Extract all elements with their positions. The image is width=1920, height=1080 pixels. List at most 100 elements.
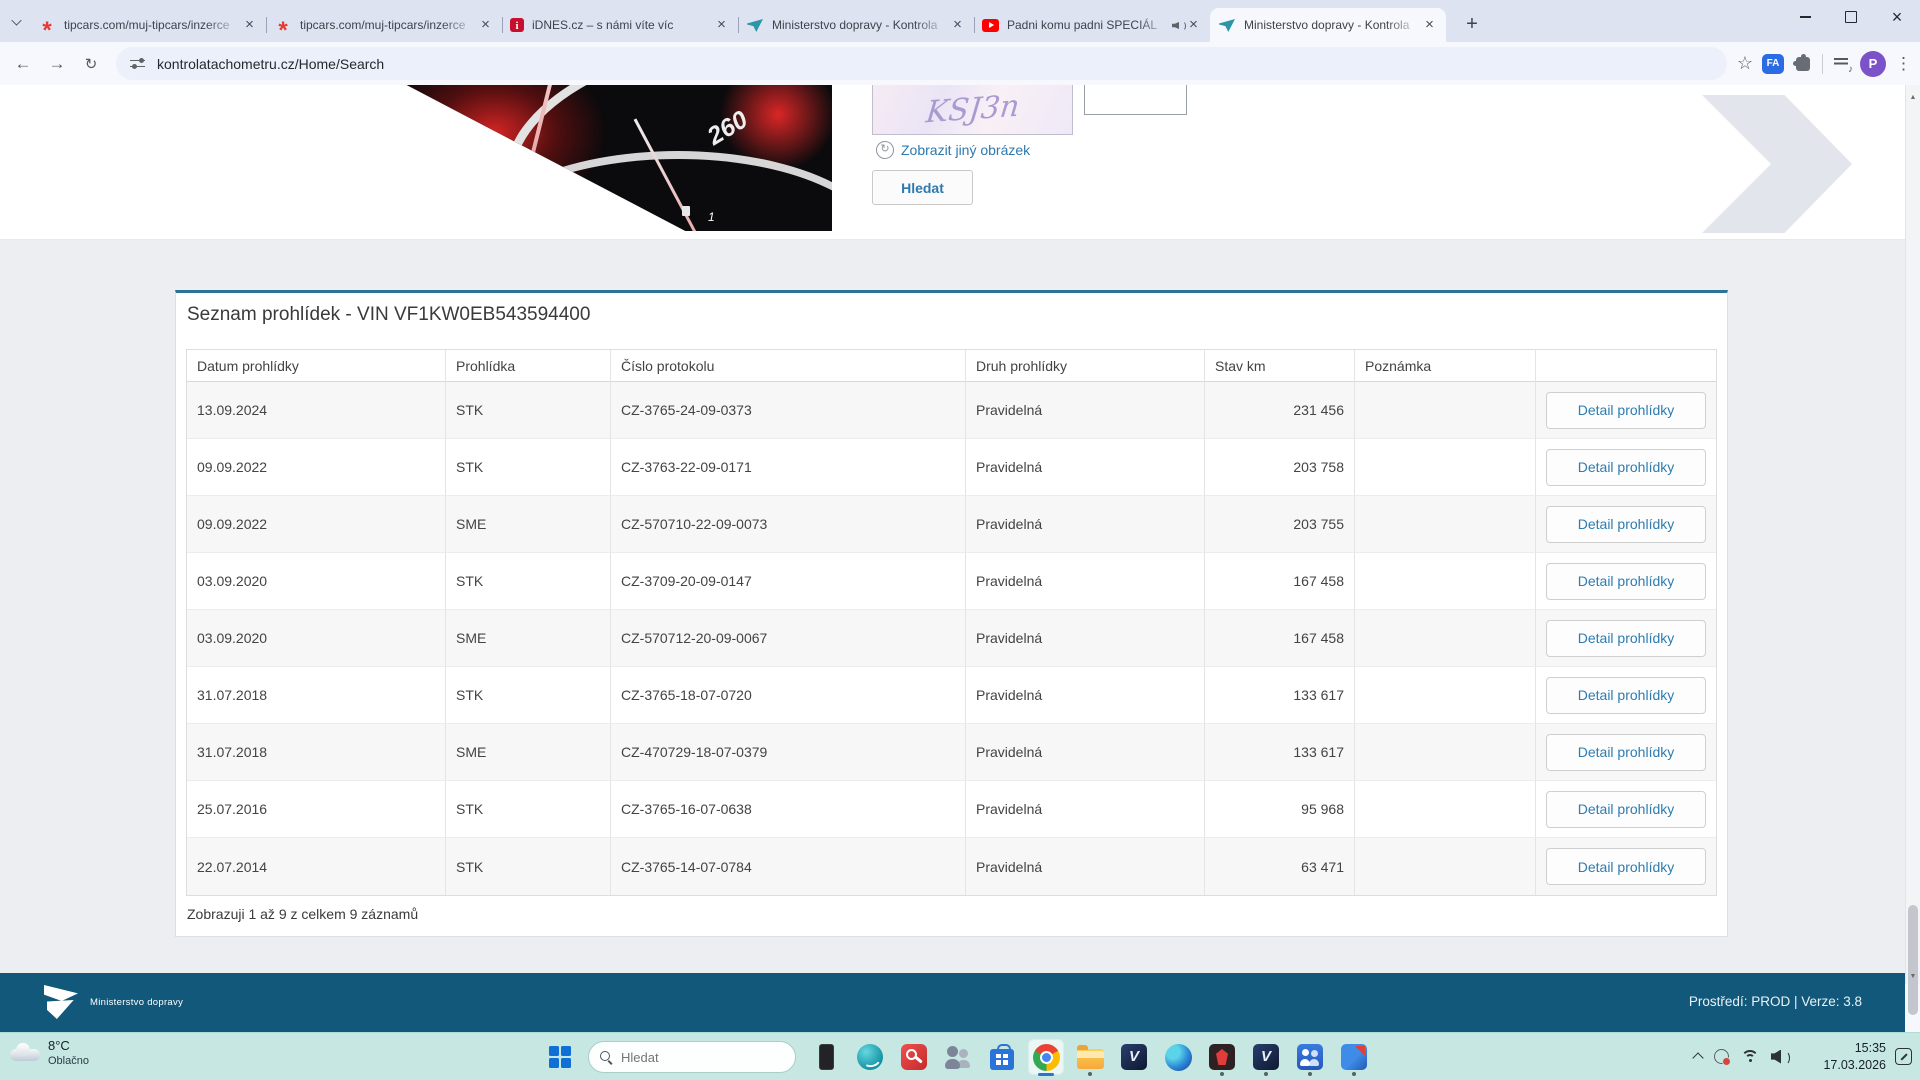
detail-button[interactable]: Detail prohlídky bbox=[1546, 562, 1706, 600]
window-controls bbox=[1782, 0, 1920, 36]
cell-action: Detail prohlídky bbox=[1536, 781, 1716, 838]
scroll-down-icon[interactable] bbox=[1906, 965, 1920, 983]
edge-icon[interactable] bbox=[1160, 1039, 1196, 1075]
maximize-button[interactable] bbox=[1828, 0, 1874, 34]
phone-link-icon[interactable] bbox=[808, 1039, 844, 1075]
weather-widget[interactable]: 8°C Oblačno bbox=[10, 1038, 89, 1068]
forward-icon[interactable] bbox=[40, 47, 74, 81]
detail-button[interactable]: Detail prohlídky bbox=[1546, 733, 1706, 771]
detail-button[interactable]: Detail prohlídky bbox=[1546, 848, 1706, 885]
column-header: Číslo protokolu bbox=[611, 350, 966, 382]
notification-pen-icon[interactable] bbox=[1895, 1048, 1912, 1065]
tab[interactable]: tipcars.com/muj-tipcars/inzerce bbox=[266, 8, 502, 42]
url-text[interactable]: kontrolatachometru.cz/Home/Search bbox=[157, 56, 384, 72]
refresh-icon[interactable] bbox=[876, 141, 894, 159]
extensions-puzzle-icon[interactable] bbox=[1793, 53, 1810, 71]
tab-close-icon[interactable] bbox=[949, 17, 966, 34]
table-row: 03.09.2020 SME CZ-570712-20-09-0067 Pravide… bbox=[187, 610, 1716, 667]
scroll-up-icon[interactable] bbox=[1906, 86, 1920, 104]
vehicle-app-b-icon[interactable] bbox=[1248, 1039, 1284, 1076]
cell-km: 133 617 bbox=[1205, 667, 1355, 724]
page-scrollbar[interactable] bbox=[1905, 85, 1920, 1015]
cell-kind: Pravidelná bbox=[966, 724, 1205, 781]
taskbar-clock[interactable]: 15:35 17.03.2026 bbox=[1823, 1040, 1886, 1074]
dark-red-app-icon[interactable] bbox=[1204, 1039, 1240, 1076]
site-footer: Ministerstvo dopravy Prostředí: PROD | V… bbox=[0, 973, 1905, 1032]
cell-km: 133 617 bbox=[1205, 724, 1355, 781]
running-indicator bbox=[1088, 1072, 1092, 1076]
running-indicator bbox=[1264, 1072, 1268, 1076]
taskbar-search-input[interactable] bbox=[621, 1049, 771, 1065]
cell-km: 231 456 bbox=[1205, 382, 1355, 439]
tab-close-icon[interactable] bbox=[713, 17, 730, 34]
taskbar-search[interactable] bbox=[588, 1041, 796, 1073]
tray-app-icon[interactable] bbox=[1714, 1049, 1731, 1066]
profile-avatar[interactable]: P bbox=[1860, 50, 1886, 77]
microsoft-store-icon[interactable] bbox=[984, 1039, 1020, 1075]
scrollbar-thumb[interactable] bbox=[1908, 905, 1918, 1015]
tab-search-chevron-icon[interactable] bbox=[11, 15, 22, 26]
bookmark-star-icon[interactable] bbox=[1737, 53, 1753, 74]
cell-protocol: CZ-570710-22-09-0073 bbox=[611, 496, 966, 553]
cell-note bbox=[1355, 553, 1536, 610]
gauge-small-label: 1 bbox=[707, 209, 715, 224]
browser-menu-icon[interactable] bbox=[1895, 54, 1912, 74]
reload-icon[interactable] bbox=[74, 47, 108, 81]
column-header: Poznámka bbox=[1355, 350, 1536, 382]
people-app-icon[interactable] bbox=[1292, 1039, 1328, 1076]
wifi-icon[interactable] bbox=[1741, 1049, 1759, 1064]
tab[interactable]: Ministerstvo dopravy - Kontrola bbox=[738, 8, 974, 42]
tab-close-icon[interactable] bbox=[477, 17, 494, 34]
cell-note bbox=[1355, 838, 1536, 895]
table-row: 03.09.2020 STK CZ-3709-20-09-0147 Pravideln… bbox=[187, 553, 1716, 610]
chrome-icon[interactable] bbox=[1028, 1039, 1064, 1076]
volume-icon[interactable] bbox=[1771, 1050, 1790, 1065]
active-indicator bbox=[1038, 1073, 1054, 1076]
tab[interactable]: tipcars.com/muj-tipcars/inzerce bbox=[30, 8, 266, 42]
tab-close-icon[interactable] bbox=[1421, 17, 1438, 34]
tab-audio-icon[interactable] bbox=[1172, 19, 1186, 31]
tray-overflow-chevron-icon[interactable] bbox=[1692, 1052, 1704, 1064]
fa-extension-icon[interactable]: FA bbox=[1762, 53, 1784, 74]
vehicle-app-a-icon[interactable] bbox=[1116, 1039, 1152, 1075]
detail-button[interactable]: Detail prohlídky bbox=[1546, 790, 1706, 828]
tab-title: Ministerstvo dopravy - Kontrola bbox=[1244, 18, 1410, 32]
blue-red-app-icon[interactable] bbox=[1336, 1039, 1372, 1076]
minimize-button[interactable] bbox=[1782, 0, 1828, 34]
detail-button[interactable]: Detail prohlídky bbox=[1546, 391, 1706, 429]
address-bar[interactable]: kontrolatachometru.cz/Home/Search bbox=[116, 47, 1727, 80]
file-explorer-icon[interactable] bbox=[1072, 1039, 1108, 1076]
detail-button[interactable]: Detail prohlídky bbox=[1546, 619, 1706, 657]
media-controls-icon[interactable] bbox=[1834, 57, 1853, 75]
tab-active[interactable]: Ministerstvo dopravy - Kontrola bbox=[1210, 8, 1446, 42]
key-app-icon[interactable] bbox=[896, 1039, 932, 1075]
back-icon[interactable] bbox=[6, 47, 40, 81]
browser-toolbar: kontrolatachometru.cz/Home/Search FA P bbox=[0, 42, 1920, 85]
site-info-icon[interactable] bbox=[130, 57, 145, 70]
captcha-input[interactable] bbox=[1084, 85, 1187, 115]
detail-button[interactable]: Detail prohlídky bbox=[1546, 505, 1706, 543]
cell-protocol: CZ-3765-14-07-0784 bbox=[611, 838, 966, 895]
search-submit-button[interactable]: Hledat bbox=[872, 170, 973, 205]
tab[interactable]: Padni komu padni SPECIÁL bbox=[974, 8, 1210, 42]
start-button-icon[interactable] bbox=[549, 1046, 571, 1068]
tab-close-icon[interactable] bbox=[1185, 17, 1202, 34]
captcha-refresh[interactable]: Zobrazit jiný obrázek bbox=[876, 141, 1030, 159]
taskbar-apps bbox=[808, 1039, 1372, 1076]
cell-action: Detail prohlídky bbox=[1536, 838, 1716, 895]
close-button[interactable] bbox=[1874, 0, 1920, 34]
cell-km: 95 968 bbox=[1205, 781, 1355, 838]
environment-version-label: Prostředí: PROD | Verze: 3.8 bbox=[1688, 994, 1862, 1009]
new-tab-icon[interactable] bbox=[1458, 11, 1486, 39]
tab[interactable]: iDNES.cz – s námi víte víc bbox=[502, 8, 738, 42]
tab-close-icon[interactable] bbox=[241, 17, 258, 34]
cell-km: 63 471 bbox=[1205, 838, 1355, 895]
detail-button[interactable]: Detail prohlídky bbox=[1546, 448, 1706, 486]
cell-note bbox=[1355, 496, 1536, 553]
cell-protocol: CZ-3765-24-09-0373 bbox=[611, 382, 966, 439]
cell-protocol: CZ-3709-20-09-0147 bbox=[611, 553, 966, 610]
detail-button[interactable]: Detail prohlídky bbox=[1546, 676, 1706, 714]
teal-circle-app-icon[interactable] bbox=[852, 1039, 888, 1075]
captcha-refresh-link[interactable]: Zobrazit jiný obrázek bbox=[901, 142, 1030, 158]
teams-icon[interactable] bbox=[940, 1039, 976, 1075]
